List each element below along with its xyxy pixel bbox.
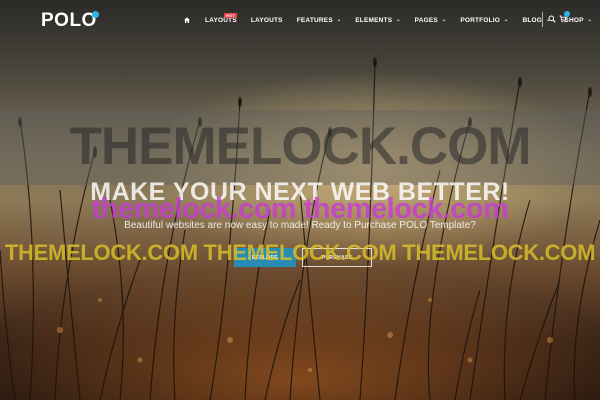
site-logo[interactable]: POLO <box>41 10 97 32</box>
main-nav: Layouts HOT Layouts Features ⌄ Elements … <box>183 12 600 26</box>
home-icon <box>184 17 190 23</box>
nav-item-label: Layouts <box>205 16 237 24</box>
watermark-text-bottom: THEMELOCK.COM THEMELOCK.COM THEMELOCK.CO… <box>4 240 596 265</box>
nav-divider <box>542 12 543 27</box>
nav-item-label: Pages <box>414 16 438 24</box>
hero-subtext: Beautiful websites are now easy to made!… <box>124 220 476 231</box>
nav-item-layouts-hot[interactable]: Layouts HOT <box>205 12 238 24</box>
logo-dot <box>92 11 99 18</box>
nav-item-label: Features <box>296 16 333 24</box>
hot-badge: HOT <box>224 12 238 18</box>
nav-home[interactable] <box>183 16 191 24</box>
chevron-down-icon: ⌄ <box>587 17 593 23</box>
nav-item-layouts[interactable]: Layouts <box>251 17 283 24</box>
nav-item-label: Layouts <box>250 16 283 24</box>
nav-item-label: Shop <box>564 16 584 24</box>
nav-item-shop[interactable]: Shop ⌄ <box>564 17 592 24</box>
nav-item-pages[interactable]: Pages ⌄ <box>415 17 447 24</box>
chevron-down-icon: ⌄ <box>336 17 342 23</box>
watermark-text-top: THEMELOCK.COM <box>69 117 531 176</box>
chevron-down-icon: ⌄ <box>396 17 401 23</box>
nav-item-features[interactable]: Features ⌄ <box>297 17 342 24</box>
nav-item-label: Blog <box>522 16 543 24</box>
cart-badge <box>564 11 570 17</box>
nav-item-portfolio[interactable]: Portfolio ⌄ <box>460 17 508 24</box>
nav-item-elements[interactable]: Elements ⌄ <box>355 17 400 24</box>
nav-item-blog[interactable]: Blog ⌄ <box>522 17 550 24</box>
nav-item-label: Elements <box>355 16 393 24</box>
chevron-down-icon: ⌄ <box>504 17 509 23</box>
nav-item-label: Portfolio <box>460 16 501 24</box>
chevron-down-icon: ⌄ <box>441 17 447 23</box>
top-navbar: POLO Layouts HOT Layouts Features ⌄ Elem… <box>0 0 600 40</box>
search-icon[interactable] <box>548 15 556 23</box>
